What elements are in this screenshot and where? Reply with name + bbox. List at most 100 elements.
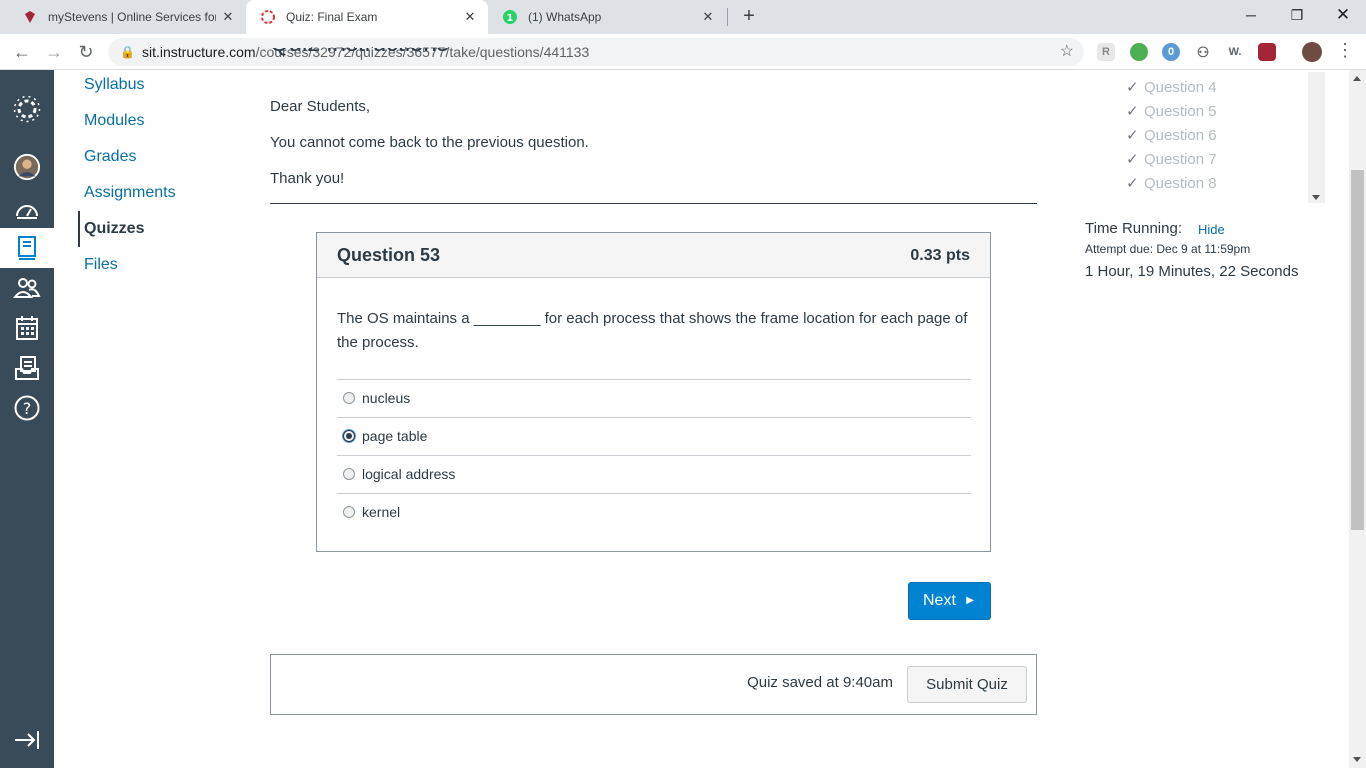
answer-label[interactable]: kernel <box>362 504 400 520</box>
extension-r-icon[interactable]: R <box>1097 43 1115 61</box>
question-text: The OS maintains a ________ for each pro… <box>337 310 968 351</box>
inbox-icon <box>13 354 41 382</box>
minimize-icon[interactable]: ─ <box>1229 0 1273 32</box>
checkmark-icon: ✓ <box>1126 103 1139 120</box>
answer-option[interactable]: kernel <box>337 493 971 531</box>
caret-right-icon: ▶ <box>966 595 974 606</box>
browser-menu-icon[interactable]: ⋮ <box>1336 40 1354 61</box>
address-bar[interactable]: 🔒 sit.instructure.com/courses/32972/quiz… <box>108 38 1084 66</box>
canvas-logo[interactable] <box>0 89 54 129</box>
tab-title: Quiz: Final Exam <box>286 10 378 24</box>
forward-icon[interactable]: → <box>42 40 66 64</box>
question-list-item[interactable]: ✓ Question 5 <box>1126 102 1217 120</box>
course-nav-active-indicator <box>78 211 80 247</box>
question-points: 0.33 pts <box>910 247 970 264</box>
browser-tab-bar: myStevens | Online Services for t ✕ Quiz… <box>0 0 1366 34</box>
close-tab-icon[interactable]: ✕ <box>700 9 716 25</box>
gnav-inbox[interactable] <box>0 348 54 388</box>
attempt-due: Attempt due: Dec 9 at 11:59pm <box>1085 242 1251 256</box>
question-list-scrollbar[interactable] <box>1308 72 1325 203</box>
gnav-account[interactable] <box>0 147 54 187</box>
canvas-favicon-icon <box>260 9 276 25</box>
course-nav-assignments[interactable]: Assignments <box>84 184 176 202</box>
gnav-groups[interactable] <box>0 268 54 308</box>
checkmark-icon: ✓ <box>1126 79 1139 96</box>
dashboard-gauge-icon <box>13 196 41 224</box>
question-list-item[interactable]: ✓ Question 6 <box>1126 126 1217 144</box>
answer-option[interactable]: logical address <box>337 455 971 493</box>
tab-title: (1) WhatsApp <box>528 10 602 24</box>
answer-option[interactable]: nucleus <box>337 379 971 417</box>
scrollbar-thumb[interactable] <box>1351 170 1364 530</box>
hide-timer-link[interactable]: Hide <box>1198 222 1225 237</box>
whatsapp-favicon-icon: 1 <box>502 9 518 25</box>
tab-quiz-final-exam[interactable]: Quiz: Final Exam ✕ <box>246 0 488 34</box>
time-running-label: Time Running: <box>1085 220 1182 237</box>
page-scrollbar[interactable] <box>1349 70 1366 768</box>
tab-mystevens[interactable]: myStevens | Online Services for t ✕ <box>8 0 246 34</box>
course-nav-syllabus[interactable]: Syllabus <box>84 76 144 94</box>
gnav-dashboard[interactable] <box>0 190 54 230</box>
tab-whatsapp[interactable]: 1 (1) WhatsApp ✕ <box>488 0 726 34</box>
question-list-item[interactable]: ✓ Question 8 <box>1126 174 1217 192</box>
extension-globe-icon[interactable] <box>1130 43 1148 61</box>
gnav-help[interactable]: ? <box>0 388 54 428</box>
question-list: ✓ Question 4 ✓ Question 5 ✓ Question 6 ✓ Que… <box>1120 72 1325 203</box>
instruction-line: Dear Students, <box>270 98 371 115</box>
gnav-courses[interactable] <box>0 228 54 268</box>
answer-radio[interactable] <box>343 468 355 480</box>
course-nav-modules[interactable]: Modules <box>84 112 144 130</box>
global-nav: ? <box>0 70 54 768</box>
scroll-up-arrow-icon[interactable] <box>1353 76 1361 81</box>
close-tab-icon[interactable]: ✕ <box>220 9 236 25</box>
answer-label[interactable]: logical address <box>362 466 455 482</box>
divider <box>270 203 1037 204</box>
quiz-saved-status: Quiz saved at 9:40am <box>747 674 893 691</box>
reload-icon[interactable]: ↻ <box>74 40 98 64</box>
question-list-item[interactable]: ✓ Question 7 <box>1126 150 1217 168</box>
course-nav-grades[interactable]: Grades <box>84 148 136 166</box>
extension-w-icon[interactable]: W. <box>1226 43 1244 61</box>
time-running-value: 1 Hour, 19 Minutes, 22 Seconds <box>1085 263 1299 280</box>
profile-avatar[interactable] <box>1302 42 1322 62</box>
bookmark-star-icon[interactable]: ☆ <box>1060 38 1074 66</box>
back-icon[interactable]: ← <box>10 40 34 64</box>
restore-icon[interactable]: ❐ <box>1275 0 1319 32</box>
checkmark-icon: ✓ <box>1126 175 1139 192</box>
question-card: Question 53 0.33 pts The OS maintains a … <box>316 232 991 552</box>
question-title: Question 53 <box>337 245 441 265</box>
submit-bar: Quiz saved at 9:40am Submit Quiz <box>270 654 1037 715</box>
answer-radio[interactable] <box>343 392 355 404</box>
next-button-label: Next <box>923 592 956 609</box>
answer-label[interactable]: nucleus <box>362 390 410 406</box>
gnav-calendar[interactable] <box>0 308 54 348</box>
groups-people-icon <box>13 274 41 302</box>
quiz-instructions-heading: Quiz Instructions <box>270 48 449 76</box>
browser-toolbar: ← → ↻ 🔒 sit.instructure.com/courses/3297… <box>0 34 1366 70</box>
next-button[interactable]: Next ▶ <box>908 582 991 620</box>
submit-quiz-button[interactable]: Submit Quiz <box>907 666 1027 703</box>
answer-radio[interactable] <box>343 506 355 518</box>
gnav-collapse[interactable] <box>0 720 54 760</box>
collapse-nav-icon <box>13 726 41 754</box>
close-window-icon[interactable]: ✕ <box>1321 0 1365 32</box>
stevens-favicon-icon <box>22 9 38 25</box>
close-tab-icon[interactable]: ✕ <box>462 9 478 25</box>
scroll-down-arrow-icon[interactable] <box>1353 757 1361 762</box>
canvas-logo-icon <box>13 95 41 123</box>
tab-separator <box>727 8 728 26</box>
scroll-down-arrow-icon[interactable] <box>1312 195 1320 200</box>
new-tab-icon[interactable]: + <box>738 5 760 27</box>
answer-label[interactable]: page table <box>362 428 427 444</box>
question-list-item[interactable]: ✓ Question 4 <box>1126 78 1217 96</box>
answer-radio[interactable] <box>343 430 355 442</box>
courses-book-icon <box>13 234 41 262</box>
checkmark-icon: ✓ <box>1126 127 1139 144</box>
instruction-line: Thank you! <box>270 170 345 187</box>
extension-red-icon[interactable] <box>1258 43 1276 61</box>
course-nav-files[interactable]: Files <box>84 256 118 274</box>
answer-option[interactable]: page table <box>337 417 971 455</box>
extension-circle-icon[interactable]: 0 <box>1162 43 1180 61</box>
course-nav-quizzes[interactable]: Quizzes <box>84 220 144 238</box>
extension-link-icon[interactable]: ⚇ <box>1194 43 1212 61</box>
